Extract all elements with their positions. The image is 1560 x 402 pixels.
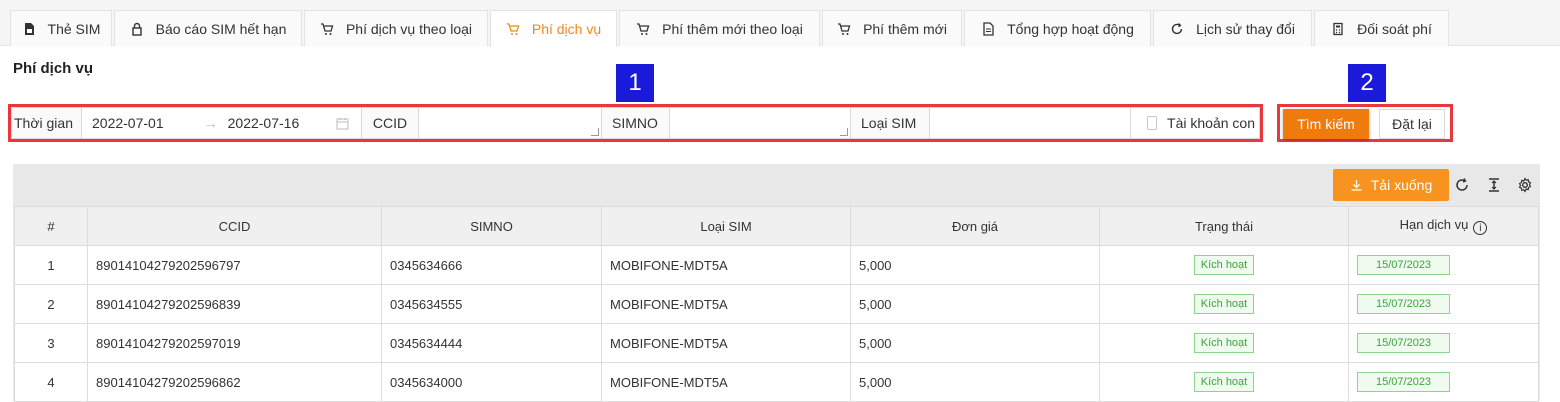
row-index: 3	[14, 323, 88, 363]
tab-sim-card[interactable]: Thẻ SIM	[10, 10, 112, 46]
tab-label: Tổng hợp hoạt động	[1007, 20, 1134, 37]
cart-icon	[636, 22, 650, 36]
expiry-cell: 15/07/2023	[1348, 245, 1539, 285]
reset-button[interactable]: Đặt lại	[1379, 109, 1445, 139]
unit-price-cell: 5,000	[850, 284, 1100, 324]
row-index: 2	[14, 284, 88, 324]
simno-cell: 0345634444	[381, 323, 602, 363]
cart-icon	[320, 22, 334, 36]
document-icon	[981, 21, 995, 36]
column-height-icon[interactable]	[1485, 176, 1503, 194]
ccid-cell: 89014104279202597019	[87, 323, 382, 363]
sim-type-cell: MOBIFONE-MDT5A	[601, 362, 851, 402]
tab-service-fee-by-type[interactable]: Phí dịch vụ theo loại	[304, 10, 488, 46]
tab-label: Đối soát phí	[1357, 20, 1432, 37]
simno-cell: 0345634555	[381, 284, 602, 324]
unit-price-cell: 5,000	[850, 245, 1100, 285]
column-header-simno[interactable]: SIMNO	[381, 206, 602, 246]
ccid-cell: 89014104279202596862	[87, 362, 382, 402]
tab-new-fee[interactable]: Phí thêm mới	[822, 10, 962, 46]
tab-label: Báo cáo SIM hết hạn	[155, 20, 287, 37]
tab-expired-sim-report[interactable]: Báo cáo SIM hết hạn	[114, 10, 302, 46]
sim-type-cell: MOBIFONE-MDT5A	[601, 245, 851, 285]
unit-price-cell: 5,000	[850, 323, 1100, 363]
status-cell: Kích hoạt	[1099, 284, 1349, 324]
row-index: 1	[14, 245, 88, 285]
table-header-row: # CCID SIMNO Loại SIM Đơn giá Trạng thái…	[14, 206, 1539, 246]
expiry-badge: 15/07/2023	[1357, 255, 1451, 275]
download-icon	[1351, 179, 1362, 191]
cart-icon	[837, 22, 851, 36]
sim-card-icon	[22, 22, 36, 36]
unit-price-cell: 5,000	[850, 362, 1100, 402]
ccid-cell: 89014104279202596797	[87, 245, 382, 285]
column-header-ccid[interactable]: CCID	[87, 206, 382, 246]
ccid-cell: 89014104279202596839	[87, 284, 382, 324]
tab-activity-summary[interactable]: Tổng hợp hoạt động	[964, 10, 1151, 46]
table-row[interactable]: 2 89014104279202596839 0345634555 MOBIFO…	[14, 284, 1539, 324]
tab-label: Phí thêm mới	[863, 20, 947, 37]
page-title: Phí dịch vụ	[13, 60, 94, 77]
tab-bar: Thẻ SIM Báo cáo SIM hết hạn Phí dịch vụ …	[0, 0, 1560, 47]
tab-label: Thẻ SIM	[47, 20, 101, 37]
column-header-unit-price[interactable]: Đơn giá	[850, 206, 1100, 246]
tab-change-history[interactable]: Lịch sử thay đổi	[1153, 10, 1312, 46]
annotation-number-2: 2	[1348, 64, 1386, 102]
tab-label: Phí dịch vụ	[531, 21, 602, 37]
expiry-badge: 15/07/2023	[1357, 294, 1451, 314]
status-cell: Kích hoạt	[1099, 323, 1349, 363]
column-header-sim-type[interactable]: Loại SIM	[601, 206, 851, 246]
refresh-icon	[1170, 22, 1184, 36]
table-row[interactable]: 4 89014104279202596862 0345634000 MOBIFO…	[14, 362, 1539, 402]
download-label: Tải xuống	[1370, 177, 1433, 193]
download-button[interactable]: Tải xuống	[1333, 169, 1449, 201]
status-badge: Kích hoạt	[1193, 333, 1255, 353]
tab-new-fee-by-type[interactable]: Phí thêm mới theo loại	[619, 10, 820, 46]
column-header-service-expiry[interactable]: Hạn dịch vụ i	[1348, 206, 1539, 246]
expiry-cell: 15/07/2023	[1348, 323, 1539, 363]
tab-label: Phí dịch vụ theo loại	[345, 20, 473, 37]
status-cell: Kích hoạt	[1099, 362, 1349, 402]
column-header-status[interactable]: Trạng thái	[1099, 206, 1349, 246]
settings-gear-icon[interactable]	[1516, 176, 1534, 194]
tab-label: Lịch sử thay đổi	[1196, 20, 1295, 37]
table-row[interactable]: 1 89014104279202596797 0345634666 MOBIFO…	[14, 245, 1539, 285]
tab-fee-reconciliation[interactable]: Đối soát phí	[1314, 10, 1449, 46]
status-badge: Kích hoạt	[1193, 255, 1255, 275]
service-fee-table: # CCID SIMNO Loại SIM Đơn giá Trạng thái…	[14, 206, 1539, 402]
tab-label: Phí thêm mới theo loại	[662, 20, 803, 37]
cart-icon	[506, 22, 520, 36]
calculator-icon	[1331, 22, 1345, 36]
row-index: 4	[14, 362, 88, 402]
search-button[interactable]: Tìm kiếm	[1283, 109, 1369, 139]
status-badge: Kích hoạt	[1193, 294, 1255, 314]
status-badge: Kích hoạt	[1193, 372, 1255, 392]
expiry-badge: 15/07/2023	[1357, 333, 1451, 353]
annotation-box-filters	[8, 104, 1263, 142]
expiry-cell: 15/07/2023	[1348, 362, 1539, 402]
info-icon[interactable]: i	[1473, 221, 1488, 236]
lock-icon	[130, 22, 144, 36]
simno-cell: 0345634666	[381, 245, 602, 285]
refresh-icon[interactable]	[1453, 176, 1471, 194]
expiry-cell: 15/07/2023	[1348, 284, 1539, 324]
column-header-index[interactable]: #	[14, 206, 88, 246]
sim-type-cell: MOBIFONE-MDT5A	[601, 323, 851, 363]
sim-type-cell: MOBIFONE-MDT5A	[601, 284, 851, 324]
status-cell: Kích hoạt	[1099, 245, 1349, 285]
annotation-number-1: 1	[616, 64, 654, 102]
expiry-badge: 15/07/2023	[1357, 372, 1451, 392]
simno-cell: 0345634000	[381, 362, 602, 402]
table-row[interactable]: 3 89014104279202597019 0345634444 MOBIFO…	[14, 323, 1539, 363]
tab-service-fee[interactable]: Phí dịch vụ	[490, 10, 617, 47]
table-panel: Tải xuống # CCID SIMNO Loại SIM Đơn giá …	[13, 164, 1540, 402]
